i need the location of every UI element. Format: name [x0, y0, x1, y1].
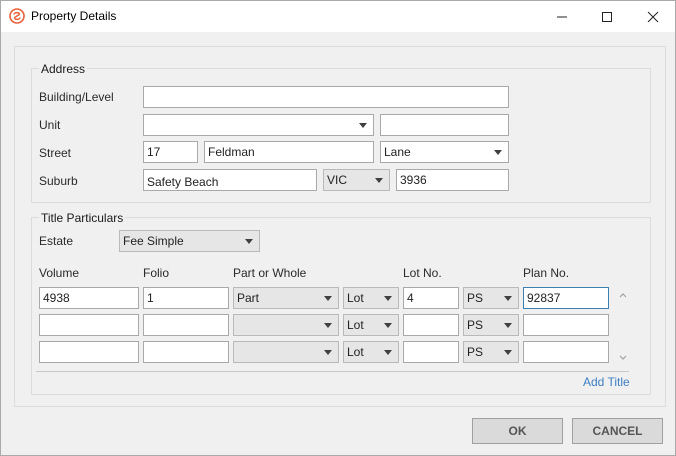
- add-title-link[interactable]: Add Title: [583, 375, 630, 389]
- lot-no-input[interactable]: [403, 341, 459, 363]
- address-group-label: Address: [39, 62, 88, 76]
- window-title: Property Details: [31, 9, 117, 23]
- lot-no-column-header: Lot No.: [403, 266, 442, 280]
- plan-no-input[interactable]: [523, 314, 609, 336]
- street-type-value: Lane: [384, 145, 411, 159]
- plan-no-column-header: Plan No.: [523, 266, 570, 280]
- suburb-input[interactable]: Safety Beach: [143, 169, 317, 191]
- lot-type-select[interactable]: Lot: [343, 287, 399, 309]
- part-or-whole-select[interactable]: Part: [233, 287, 339, 309]
- volume-column-header: Volume: [39, 266, 80, 280]
- property-details-window: Property Details Address Building/Level …: [0, 0, 676, 456]
- volume-input[interactable]: 4938: [39, 287, 139, 309]
- chevron-down-icon: [504, 350, 512, 355]
- suburb-label: Suburb: [39, 174, 78, 188]
- part-or-whole-value: Part: [237, 291, 260, 305]
- scroll-up-icon[interactable]: [618, 290, 628, 300]
- part-or-whole-select[interactable]: [233, 314, 339, 336]
- lot-type-select[interactable]: Lot: [343, 314, 399, 336]
- minimize-icon: [557, 16, 567, 17]
- postcode-input[interactable]: 3936: [396, 169, 509, 191]
- title-bar: Property Details: [1, 1, 675, 32]
- street-name-input[interactable]: Feldman: [204, 141, 374, 163]
- part-or-whole-select[interactable]: [233, 341, 339, 363]
- chevron-down-icon: [359, 123, 367, 128]
- chevron-down-icon: [324, 350, 332, 355]
- chevron-down-icon: [504, 323, 512, 328]
- maximize-button[interactable]: [584, 1, 630, 32]
- ok-button[interactable]: OK: [472, 418, 563, 444]
- folio-input[interactable]: 1: [143, 287, 229, 309]
- part-or-whole-column-header: Part or Whole: [233, 266, 307, 280]
- close-button[interactable]: [630, 1, 676, 32]
- state-select[interactable]: VIC: [323, 169, 390, 191]
- volume-input[interactable]: [39, 341, 139, 363]
- unit-label: Unit: [39, 118, 61, 132]
- plan-type-select[interactable]: PS: [463, 341, 519, 363]
- chevron-down-icon: [384, 323, 392, 328]
- title-particulars-group-label: Title Particulars: [39, 211, 126, 225]
- chevron-down-icon: [384, 296, 392, 301]
- chevron-down-icon: [324, 296, 332, 301]
- lot-type-select[interactable]: Lot: [343, 341, 399, 363]
- close-icon: [647, 11, 659, 22]
- chevron-down-icon: [384, 350, 392, 355]
- estate-select[interactable]: Fee Simple: [119, 230, 260, 252]
- maximize-icon: [602, 11, 612, 22]
- folio-column-header: Folio: [143, 266, 170, 280]
- scroll-down-icon[interactable]: [618, 353, 628, 363]
- street-type-select[interactable]: Lane: [380, 141, 509, 163]
- chevron-down-icon: [504, 296, 512, 301]
- plan-type-select[interactable]: PS: [463, 314, 519, 336]
- chevron-down-icon: [324, 323, 332, 328]
- street-label: Street: [39, 146, 72, 160]
- divider: [36, 371, 629, 372]
- building-level-input[interactable]: [143, 86, 509, 108]
- chevron-down-icon: [494, 150, 502, 155]
- street-number-input[interactable]: 17: [143, 141, 198, 163]
- chevron-down-icon: [375, 178, 383, 183]
- lot-no-input[interactable]: [403, 314, 459, 336]
- unit-input[interactable]: [380, 114, 509, 136]
- cancel-button[interactable]: CANCEL: [572, 418, 663, 444]
- folio-input[interactable]: [143, 341, 229, 363]
- volume-input[interactable]: [39, 314, 139, 336]
- plan-no-input[interactable]: [523, 341, 609, 363]
- chevron-down-icon: [245, 239, 253, 244]
- estate-label: Estate: [39, 234, 74, 248]
- estate-value: Fee Simple: [123, 234, 184, 248]
- unit-type-select[interactable]: [143, 114, 374, 136]
- minimize-button[interactable]: [539, 1, 585, 32]
- building-level-label: Building/Level: [39, 90, 114, 104]
- folio-input[interactable]: [143, 314, 229, 336]
- app-logo-icon: [9, 8, 25, 24]
- lot-no-input[interactable]: 4: [403, 287, 459, 309]
- plan-no-input[interactable]: 92837: [523, 287, 609, 309]
- plan-type-select[interactable]: PS: [463, 287, 519, 309]
